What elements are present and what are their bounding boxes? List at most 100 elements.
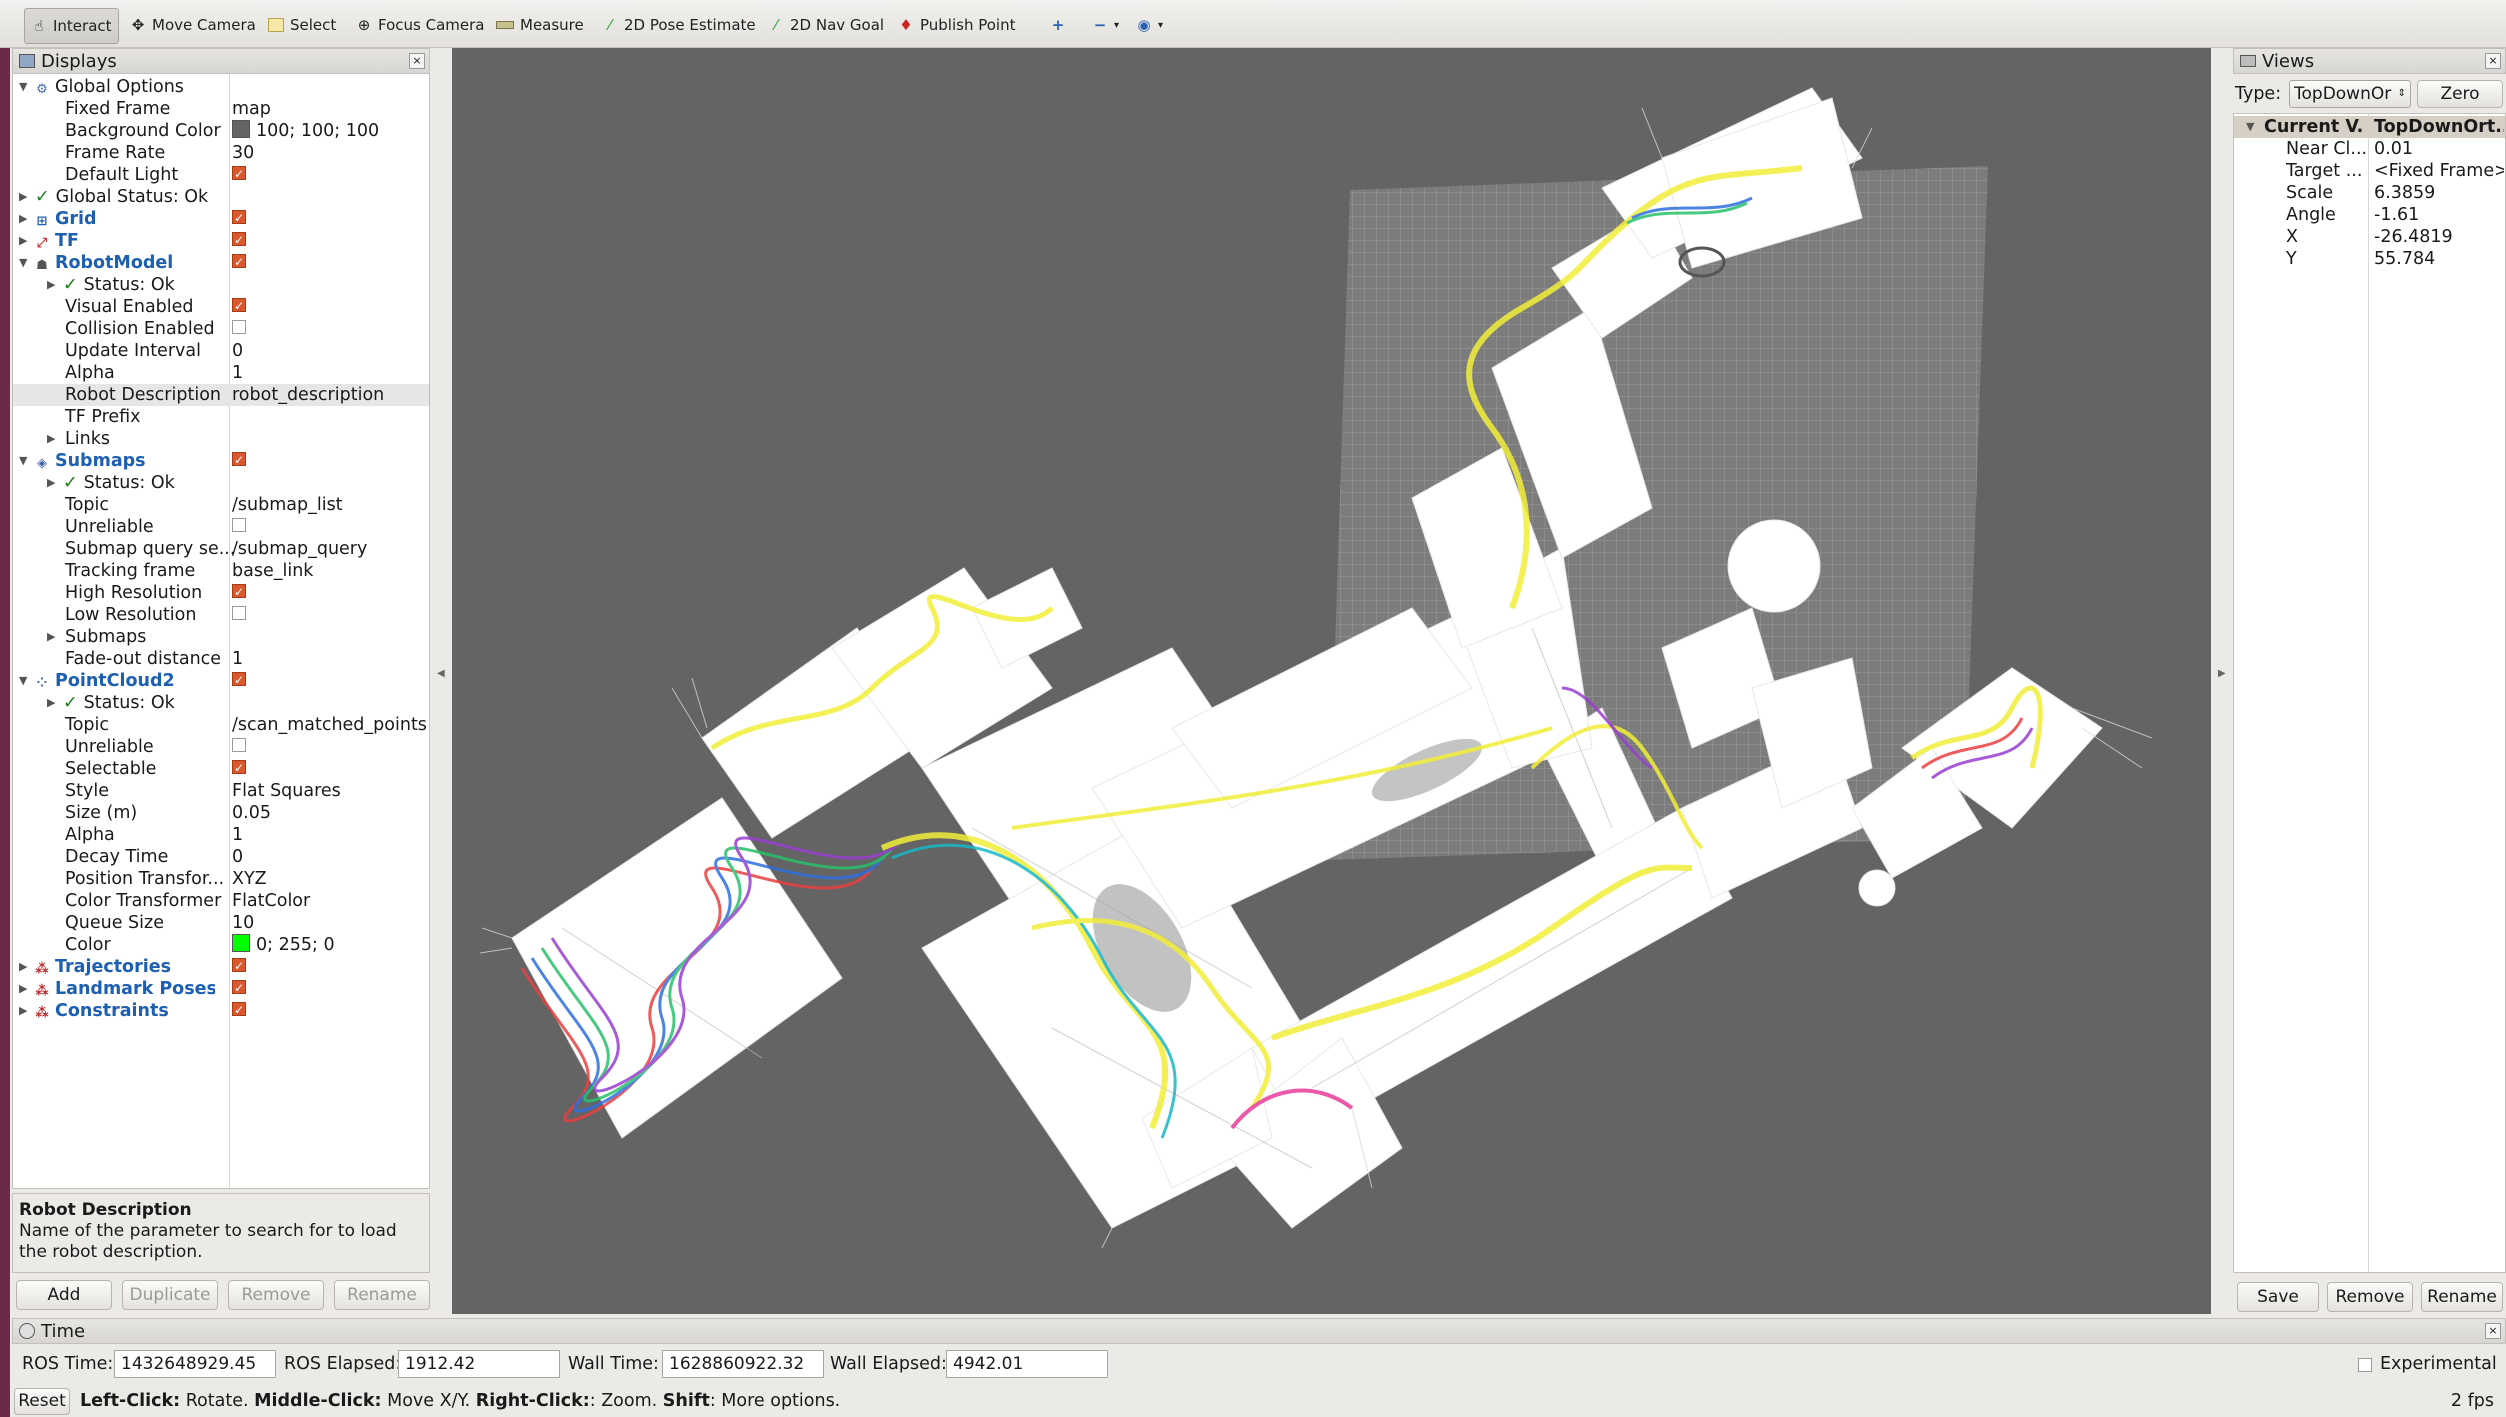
expand-arrow-icon[interactable]: ▶	[19, 956, 31, 978]
tree-row-low-resolution[interactable]: Low Resolution	[13, 604, 429, 626]
tree-row-update-interval[interactable]: Update Interval 0	[13, 340, 429, 362]
move-camera-tool[interactable]: ✥ Move Camera	[124, 8, 262, 42]
tree-row-unreliable[interactable]: Unreliable	[13, 736, 429, 758]
checkbox[interactable]	[232, 296, 246, 317]
tree-row-tracking-frame[interactable]: Tracking frame base_link	[13, 560, 429, 582]
tree-row-color[interactable]: Color 0; 255; 0	[13, 934, 429, 956]
expand-arrow-icon[interactable]: ▼	[19, 670, 31, 692]
right-splitter[interactable]: ▶	[2211, 48, 2233, 1314]
checkbox[interactable]	[232, 956, 246, 977]
remove-tool-button[interactable]: − ▾	[1086, 8, 1125, 42]
tree-row-background-color[interactable]: Background Color 100; 100; 100	[13, 120, 429, 142]
tree-row-robotmodel[interactable]: ▼ ☗ RobotModel	[13, 252, 429, 274]
tree-row-submaps-list[interactable]: ▶ Submaps	[13, 626, 429, 648]
wall-time-field[interactable]: 1628860922.32	[662, 1350, 824, 1378]
remove-button[interactable]: Remove	[228, 1280, 324, 1310]
tree-row-topic[interactable]: Topic/scan_matched_points2	[13, 714, 429, 736]
expand-arrow-icon[interactable]: ▶	[19, 230, 31, 252]
expand-arrow-icon[interactable]: ▶	[47, 626, 59, 648]
tree-row-global-status[interactable]: ▶ ✓ Global Status: Ok	[13, 186, 429, 208]
tree-row-trajectories[interactable]: ▶ ⁂ Trajectories	[13, 956, 429, 978]
view-row-near-clip[interactable]: Near Cl... 0.01	[2234, 138, 2505, 160]
checkbox[interactable]	[232, 758, 246, 779]
expand-arrow-icon[interactable]: ▶	[19, 978, 31, 1000]
expand-arrow-icon[interactable]: ▼	[19, 450, 31, 472]
view-type-select[interactable]: TopDownOr ⇕	[2289, 80, 2411, 108]
reset-button[interactable]: Reset	[14, 1388, 70, 1415]
tree-row-default-light[interactable]: Default Light	[13, 164, 429, 186]
tree-row-landmark-poses[interactable]: ▶ ⁂ Landmark Poses	[13, 978, 429, 1000]
interact-tool[interactable]: ☝ Interact	[24, 8, 119, 44]
ros-elapsed-field[interactable]: 1912.42	[398, 1350, 560, 1378]
expand-arrow-icon[interactable]: ▶	[47, 274, 59, 296]
tree-row-status[interactable]: ▶ ✓ Status: Ok	[13, 274, 429, 296]
checkbox[interactable]	[232, 978, 246, 999]
close-icon[interactable]: ×	[2485, 53, 2501, 69]
view-row-y[interactable]: Y 55.784	[2234, 248, 2505, 270]
wall-elapsed-field[interactable]: 4942.01	[946, 1350, 1108, 1378]
ros-time-field[interactable]: 1432648929.45	[114, 1350, 276, 1378]
tree-row-grid[interactable]: ▶ ⊞ Grid	[13, 208, 429, 230]
add-tool-button[interactable]: +	[1044, 8, 1072, 42]
checkbox[interactable]	[232, 208, 246, 229]
remove-view-button[interactable]: Remove	[2327, 1282, 2413, 1312]
checkbox[interactable]	[232, 1000, 246, 1021]
expand-arrow-icon[interactable]: ▶	[47, 472, 59, 494]
experimental-checkbox[interactable]	[2358, 1358, 2372, 1372]
tree-row-unreliable[interactable]: Unreliable	[13, 516, 429, 538]
expand-arrow-icon[interactable]: ▶	[19, 208, 31, 230]
checkbox[interactable]	[232, 670, 246, 691]
collapse-left-icon[interactable]: ◀	[437, 668, 445, 679]
tree-row-robot-description[interactable]: Robot Description robot_description	[13, 384, 429, 406]
checkbox[interactable]	[232, 450, 246, 471]
tree-row-links[interactable]: ▶ Links	[13, 428, 429, 450]
expand-arrow-icon[interactable]: ▶	[47, 428, 59, 450]
save-view-button[interactable]: Save	[2237, 1282, 2319, 1312]
checkbox[interactable]	[232, 738, 246, 752]
tree-row-constraints[interactable]: ▶ ⁂ Constraints	[13, 1000, 429, 1022]
expand-arrow-icon[interactable]: ▼	[2246, 116, 2258, 138]
view-row-scale[interactable]: Scale 6.3859	[2234, 182, 2505, 204]
view-row-x[interactable]: X -26.4819	[2234, 226, 2505, 248]
current-view-row[interactable]: ▼ Current V... TopDownOrt...	[2234, 116, 2505, 138]
measure-tool[interactable]: Measure	[490, 8, 590, 42]
tree-row-style[interactable]: Style Flat Squares	[13, 780, 429, 802]
tree-row-submap-query-service[interactable]: Submap query se.../submap_query	[13, 538, 429, 560]
select-tool[interactable]: Select	[262, 8, 342, 42]
tree-row-fade-out-distance[interactable]: Fade-out distance 1	[13, 648, 429, 670]
rename-button[interactable]: Rename	[334, 1280, 430, 1310]
expand-arrow-icon[interactable]: ▼	[19, 252, 31, 274]
checkbox[interactable]	[232, 164, 246, 185]
render-viewport[interactable]	[452, 48, 2211, 1314]
checkbox[interactable]	[232, 582, 246, 603]
close-icon[interactable]: ×	[2485, 1323, 2501, 1339]
tree-row-status[interactable]: ▶ ✓ Status: Ok	[13, 472, 429, 494]
expand-arrow-icon[interactable]: ▶	[19, 186, 31, 208]
tree-row-collision-enabled[interactable]: Collision Enabled	[13, 318, 429, 340]
tree-row-color-transformer[interactable]: Color Transformer FlatColor	[13, 890, 429, 912]
checkbox[interactable]	[232, 606, 246, 620]
collapse-right-icon[interactable]: ▶	[2218, 668, 2226, 679]
duplicate-button[interactable]: Duplicate	[122, 1280, 218, 1310]
tree-row-high-resolution[interactable]: High Resolution	[13, 582, 429, 604]
tree-row-fixed-frame[interactable]: Fixed Frame map	[13, 98, 429, 120]
tree-row-pointcloud2[interactable]: ▼ ⁘ PointCloud2	[13, 670, 429, 692]
tree-row-alpha[interactable]: Alpha 1	[13, 362, 429, 384]
nav-goal-tool[interactable]: ⁄ 2D Nav Goal	[762, 8, 890, 42]
checkbox[interactable]	[232, 518, 246, 532]
tree-row-tf[interactable]: ▶ ⤢ TF	[13, 230, 429, 252]
rename-view-button[interactable]: Rename	[2421, 1282, 2503, 1312]
focus-camera-tool[interactable]: ⊕ Focus Camera	[350, 8, 490, 42]
add-button[interactable]: Add	[16, 1280, 112, 1310]
tree-row-alpha[interactable]: Alpha 1	[13, 824, 429, 846]
publish-point-tool[interactable]: ♦ Publish Point	[892, 8, 1021, 42]
tree-row-decay-time[interactable]: Decay Time 0	[13, 846, 429, 868]
view-options-button[interactable]: ◉ ▾	[1130, 8, 1169, 42]
expand-arrow-icon[interactable]: ▼	[19, 76, 31, 98]
checkbox[interactable]	[232, 230, 246, 251]
tree-row-selectable[interactable]: Selectable	[13, 758, 429, 780]
left-splitter[interactable]: ◀	[430, 48, 452, 1314]
tree-row-tf-prefix[interactable]: TF Prefix	[13, 406, 429, 428]
checkbox[interactable]	[232, 320, 246, 334]
tree-row-submaps[interactable]: ▼ ◈ Submaps	[13, 450, 429, 472]
